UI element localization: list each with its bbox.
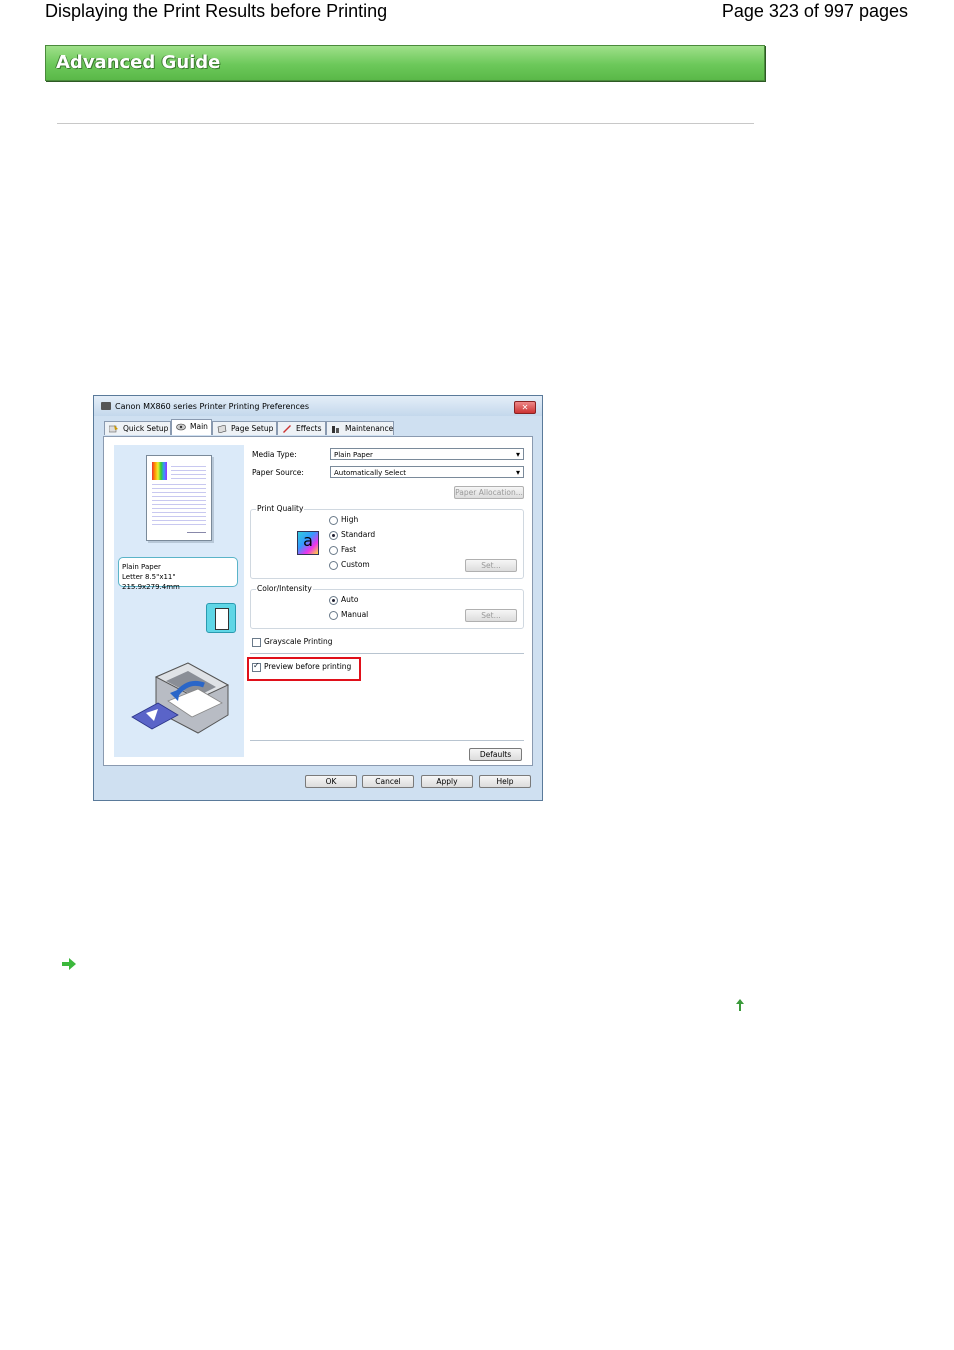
page-title: Displaying the Print Results before Prin… bbox=[45, 1, 388, 21]
page-setup-icon bbox=[217, 425, 227, 433]
dialog-titlebar[interactable]: Canon MX860 series Printer Printing Pref… bbox=[94, 396, 542, 416]
back-to-top-icon[interactable] bbox=[734, 998, 746, 1012]
dialog-title: Canon MX860 series Printer Printing Pref… bbox=[115, 402, 310, 411]
help-button[interactable]: Help bbox=[479, 775, 531, 788]
quick-setup-icon bbox=[109, 425, 118, 433]
color-manual-radio[interactable]: Manual bbox=[329, 610, 368, 620]
tab-main[interactable]: Main bbox=[171, 419, 212, 435]
printer-icon bbox=[101, 402, 111, 410]
tab-label: Maintenance bbox=[345, 424, 394, 433]
media-type-summary: Plain Paper bbox=[122, 563, 161, 571]
page-preview-thumbnail bbox=[146, 455, 212, 541]
close-button[interactable]: ✕ bbox=[514, 401, 536, 414]
paper-allocation-button[interactable]: Paper Allocation... bbox=[454, 486, 524, 499]
paper-source-label: Paper Source: bbox=[252, 468, 304, 477]
quality-custom-radio[interactable]: Custom bbox=[329, 560, 370, 570]
paper-size-summary: Letter 8.5"x11" 215.9x279.4mm bbox=[122, 573, 180, 591]
highlight-box bbox=[247, 657, 361, 681]
paper-source-select[interactable]: Automatically Select bbox=[330, 466, 524, 479]
print-quality-title: Print Quality bbox=[256, 504, 305, 513]
color-auto-radio[interactable]: Auto bbox=[329, 595, 358, 605]
effects-brush-icon bbox=[283, 425, 291, 433]
defaults-button[interactable]: Defaults bbox=[469, 748, 522, 761]
quality-set-button[interactable]: Set... bbox=[465, 559, 517, 572]
main-tab-icon bbox=[176, 423, 186, 431]
cancel-button[interactable]: Cancel bbox=[362, 775, 414, 788]
page-counter: Page 323 of 997 pages bbox=[721, 1, 908, 21]
green-arrow-link-icon[interactable] bbox=[62, 958, 76, 970]
separator bbox=[250, 653, 524, 654]
tab-quick-setup[interactable]: Quick Setup bbox=[104, 421, 171, 435]
banner-label: Advanced Guide bbox=[56, 52, 221, 73]
tab-label: Effects bbox=[296, 424, 322, 433]
close-icon: ✕ bbox=[521, 403, 529, 412]
print-quality-group: Print Quality a High Standard Fast Custo… bbox=[250, 504, 524, 579]
apply-button[interactable]: Apply bbox=[421, 775, 473, 788]
tab-label: Page Setup bbox=[231, 424, 274, 433]
tab-effects[interactable]: Effects bbox=[277, 421, 326, 435]
separator bbox=[250, 740, 524, 741]
quality-fast-radio[interactable]: Fast bbox=[329, 545, 356, 555]
color-intensity-group: Color/Intensity Auto Manual Set... bbox=[250, 584, 524, 629]
tab-label: Quick Setup bbox=[123, 424, 169, 433]
tab-maintenance[interactable]: Maintenance bbox=[326, 421, 394, 435]
orientation-portrait-icon bbox=[206, 603, 236, 633]
media-type-select[interactable]: Plain Paper bbox=[330, 448, 524, 461]
tab-label: Main bbox=[190, 422, 208, 431]
advanced-guide-banner: Advanced Guide bbox=[45, 45, 765, 81]
maintenance-icon bbox=[332, 426, 339, 433]
horizontal-divider bbox=[57, 123, 754, 124]
main-tab-panel: Plain Paper Letter 8.5"x11" 215.9x279.4m… bbox=[103, 436, 533, 766]
color-bar bbox=[152, 462, 167, 480]
media-type-label: Media Type: bbox=[252, 450, 297, 459]
printer-preferences-dialog: Canon MX860 series Printer Printing Pref… bbox=[93, 395, 543, 801]
media-info-box: Plain Paper Letter 8.5"x11" 215.9x279.4m… bbox=[118, 557, 238, 591]
ok-button[interactable]: OK bbox=[305, 775, 357, 788]
color-set-button[interactable]: Set... bbox=[465, 609, 517, 622]
quality-standard-radio[interactable]: Standard bbox=[329, 530, 375, 540]
printer-illustration-icon bbox=[131, 662, 230, 734]
print-quality-icon: a bbox=[297, 531, 319, 555]
preview-pane: Plain Paper Letter 8.5"x11" 215.9x279.4m… bbox=[114, 445, 244, 757]
grayscale-printing-checkbox[interactable]: Grayscale Printing bbox=[252, 637, 333, 647]
tab-page-setup[interactable]: Page Setup bbox=[212, 421, 277, 435]
quality-high-radio[interactable]: High bbox=[329, 515, 358, 525]
color-intensity-title: Color/Intensity bbox=[256, 584, 313, 593]
